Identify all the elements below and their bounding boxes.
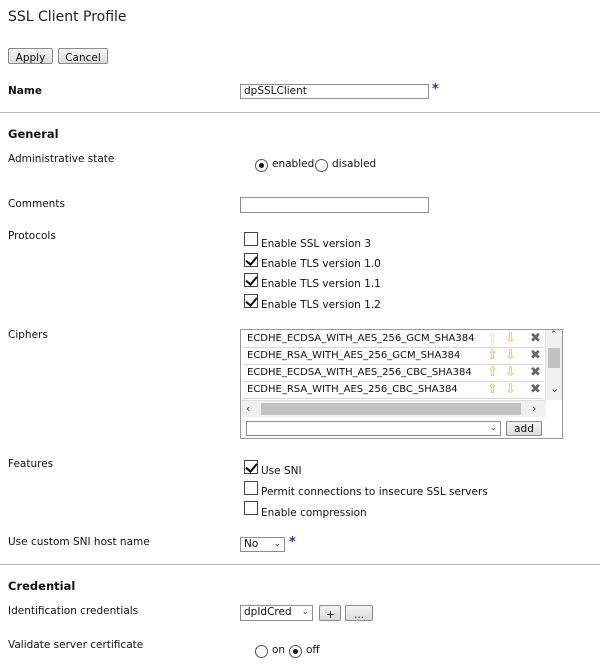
insecure-servers-label: Permit connections to insecure SSL serve… bbox=[261, 486, 488, 498]
arrow-down-icon[interactable]: ⇩ bbox=[504, 383, 517, 397]
horizontal-scroll-thumb[interactable] bbox=[261, 403, 521, 415]
delete-icon[interactable]: ✖ bbox=[530, 365, 541, 380]
use-sni-label: Use SNI bbox=[261, 465, 302, 477]
general-section-title: General bbox=[8, 127, 59, 141]
arrow-up-icon[interactable]: ⇧ bbox=[486, 366, 499, 380]
vertical-scroll-thumb[interactable] bbox=[548, 348, 560, 368]
tls12-label: Enable TLS version 1.2 bbox=[261, 299, 381, 311]
name-field[interactable]: dpSSLClient bbox=[240, 84, 429, 99]
validate-off-radio[interactable] bbox=[289, 645, 302, 658]
admin-state-label: Administrative state bbox=[8, 153, 115, 165]
compression-label: Enable compression bbox=[261, 507, 367, 519]
disabled-radio[interactable] bbox=[315, 159, 328, 172]
cipher-name: ECDHE_ECDSA_WITH_AES_256_GCM_SHA384 bbox=[247, 333, 475, 344]
chevron-up-icon[interactable]: ⌃ bbox=[550, 330, 558, 340]
comments-label: Comments bbox=[8, 198, 65, 210]
arrow-down-icon[interactable]: ⇩ bbox=[504, 349, 517, 363]
chevron-down-icon: ⌄ bbox=[301, 607, 309, 617]
cipher-row[interactable]: ECDHE_ECDSA_WITH_AES_256_CBC_SHA384 ⇧ ⇩ … bbox=[243, 365, 543, 382]
cipher-name: ECDHE_RSA_WITH_AES_256_CBC_SHA384 bbox=[247, 384, 458, 395]
ssl3-checkbox[interactable] bbox=[244, 232, 258, 246]
chevron-right-icon[interactable]: › bbox=[532, 402, 536, 415]
custom-sni-select[interactable]: No ⌄ bbox=[240, 537, 285, 552]
divider bbox=[0, 112, 600, 113]
name-label: Name bbox=[8, 85, 42, 97]
apply-button[interactable]: Apply bbox=[8, 48, 53, 64]
tls11-label: Enable TLS version 1.1 bbox=[261, 278, 381, 290]
arrow-up-icon[interactable]: ⇧ bbox=[486, 383, 499, 397]
required-marker: * bbox=[289, 535, 296, 550]
validate-off-label: off bbox=[306, 644, 320, 656]
arrow-down-icon[interactable]: ⇩ bbox=[504, 332, 517, 346]
arrow-up-icon[interactable]: ⇧ bbox=[486, 349, 499, 363]
tls10-checkbox[interactable] bbox=[244, 253, 258, 267]
ciphers-label: Ciphers bbox=[8, 329, 48, 341]
cipher-row[interactable]: ECDHE_RSA_WITH_AES_256_GCM_SHA384 ⇧ ⇩ ✖ bbox=[243, 348, 543, 365]
tls11-checkbox[interactable] bbox=[244, 273, 258, 287]
compression-checkbox[interactable] bbox=[244, 501, 258, 515]
enabled-radio[interactable] bbox=[255, 159, 268, 172]
ciphers-list: ECDHE_ECDSA_WITH_AES_256_GCM_SHA384 ⇧ ⇩ … bbox=[240, 329, 563, 439]
required-marker: * bbox=[432, 82, 439, 97]
cipher-add-select[interactable]: ⌄ bbox=[246, 421, 501, 436]
arrow-down-icon[interactable]: ⇩ bbox=[504, 366, 517, 380]
use-sni-checkbox[interactable] bbox=[244, 460, 258, 474]
credential-section-title: Credential bbox=[8, 579, 76, 593]
edit-credential-button[interactable]: ... bbox=[345, 605, 373, 621]
validate-on-label: on bbox=[272, 644, 286, 656]
identification-credentials-label: Identification credentials bbox=[8, 605, 139, 617]
protocols-label: Protocols bbox=[8, 230, 56, 242]
chevron-down-icon: ⌄ bbox=[489, 423, 497, 433]
divider bbox=[0, 564, 600, 565]
insecure-servers-checkbox[interactable] bbox=[244, 481, 258, 495]
chevron-down-icon: ⌄ bbox=[273, 539, 281, 549]
validate-on-radio[interactable] bbox=[255, 645, 268, 658]
ssl3-label: Enable SSL version 3 bbox=[261, 238, 372, 250]
horizontal-scrollbar[interactable]: ‹ › bbox=[241, 400, 546, 417]
add-credential-button[interactable]: + bbox=[319, 605, 341, 621]
vertical-scrollbar[interactable]: ⌃ ⌄ bbox=[545, 330, 562, 400]
cipher-row[interactable]: ECDHE_RSA_WITH_AES_256_CBC_SHA384 ⇧ ⇩ ✖ bbox=[243, 382, 543, 399]
disabled-label: disabled bbox=[332, 158, 377, 170]
delete-icon[interactable]: ✖ bbox=[530, 348, 541, 363]
delete-icon[interactable]: ✖ bbox=[530, 331, 541, 346]
cipher-name: ECDHE_RSA_WITH_AES_256_GCM_SHA384 bbox=[247, 350, 461, 361]
chevron-left-icon[interactable]: ‹ bbox=[246, 402, 250, 415]
tls12-checkbox[interactable] bbox=[244, 294, 258, 308]
arrow-up-icon: ⇧ bbox=[487, 331, 498, 346]
tls10-label: Enable TLS version 1.0 bbox=[261, 258, 381, 270]
comments-field[interactable] bbox=[240, 197, 429, 213]
cipher-row[interactable]: ECDHE_ECDSA_WITH_AES_256_GCM_SHA384 ⇧ ⇩ … bbox=[243, 331, 543, 348]
cipher-name: ECDHE_ECDSA_WITH_AES_256_CBC_SHA384 bbox=[247, 367, 472, 378]
features-label: Features bbox=[8, 458, 54, 470]
page-title: SSL Client Profile bbox=[8, 9, 127, 25]
custom-sni-label: Use custom SNI host name bbox=[8, 536, 150, 548]
enabled-label: enabled bbox=[272, 158, 315, 170]
delete-icon[interactable]: ✖ bbox=[530, 382, 541, 397]
cipher-add-button[interactable]: add bbox=[506, 421, 542, 436]
identification-credentials-select[interactable]: dpIdCred ⌄ bbox=[240, 605, 313, 621]
cancel-button[interactable]: Cancel bbox=[58, 48, 108, 64]
validate-server-certificate-label: Validate server certificate bbox=[8, 639, 144, 651]
chevron-down-icon[interactable]: ⌄ bbox=[550, 382, 559, 395]
